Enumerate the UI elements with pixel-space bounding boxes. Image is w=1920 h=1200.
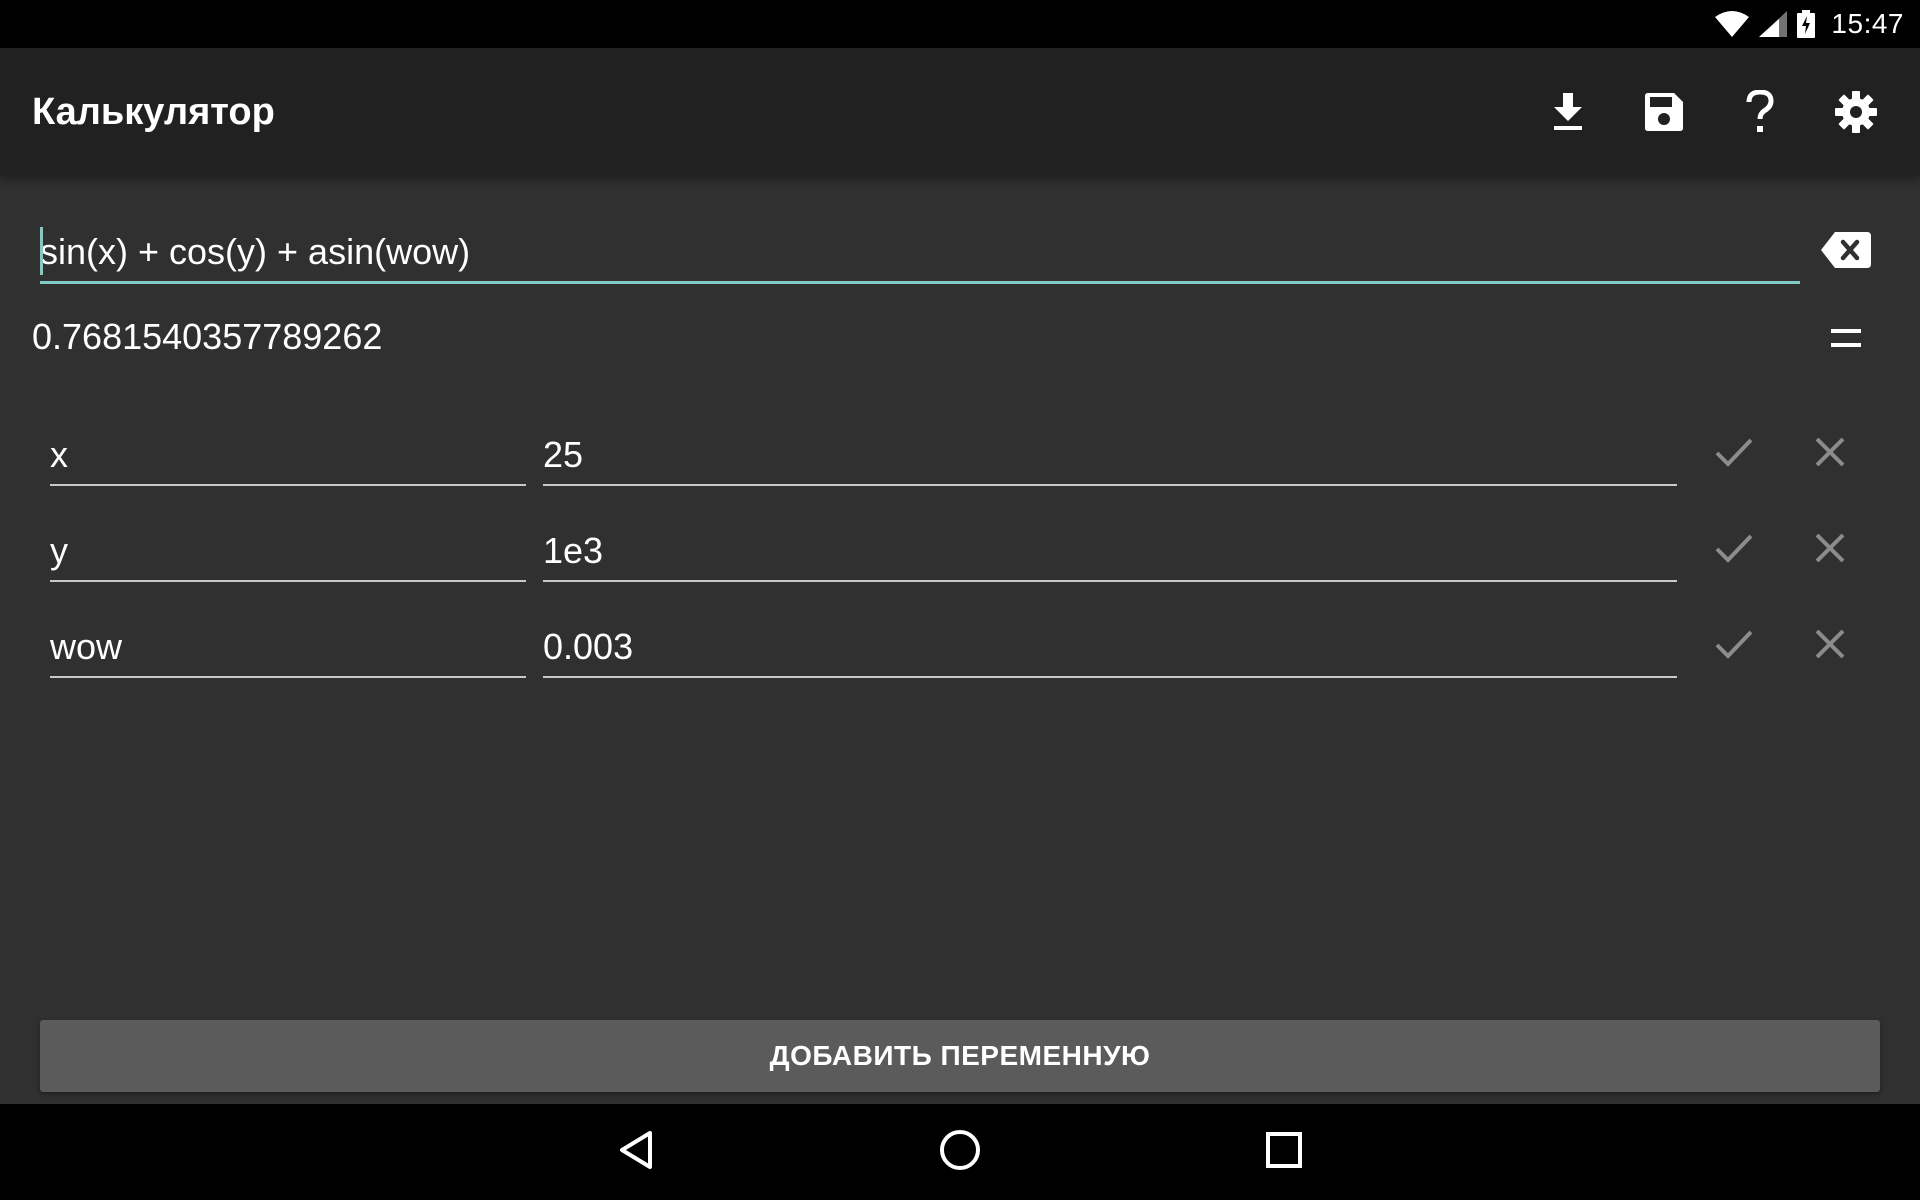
variable-value-text[interactable]: 0.003	[543, 626, 633, 668]
settings-icon	[1835, 91, 1877, 133]
download-button[interactable]	[1540, 84, 1596, 140]
status-bar: 15:47	[0, 0, 1920, 48]
variable-value-field[interactable]: 0.003	[543, 606, 1677, 678]
result-value: 0.7681540357789262	[32, 316, 383, 357]
add-variable-button[interactable]: ДОБАВИТЬ ПЕРЕМЕННУЮ	[40, 1020, 1880, 1092]
expression-text[interactable]: sin(x) + cos(y) + asin(wow)	[40, 231, 470, 273]
close-icon	[1815, 629, 1845, 664]
status-time: 15:47	[1831, 8, 1904, 39]
add-variable-label: ДОБАВИТЬ ПЕРЕМЕННУЮ	[769, 1040, 1151, 1071]
close-icon	[1815, 437, 1845, 472]
close-icon	[1815, 533, 1845, 568]
variable-row: x 25	[0, 414, 1920, 494]
settings-button[interactable]	[1828, 84, 1884, 140]
wifi-icon	[1715, 11, 1750, 37]
remove-variable-button[interactable]	[1802, 618, 1858, 674]
text-cursor	[40, 227, 43, 275]
signal-icon	[1759, 11, 1788, 37]
back-icon	[618, 1130, 654, 1175]
check-icon	[1715, 533, 1753, 568]
help-icon	[1746, 90, 1774, 134]
clear-expression-button[interactable]	[1818, 224, 1874, 280]
help-button[interactable]	[1732, 84, 1788, 140]
back-button[interactable]	[606, 1122, 666, 1182]
variable-value-text[interactable]: 1e3	[543, 530, 603, 572]
confirm-variable-button[interactable]	[1706, 522, 1762, 578]
calculate-button[interactable]	[1818, 312, 1874, 368]
backspace-icon	[1821, 231, 1871, 273]
variable-value-field[interactable]: 25	[543, 414, 1677, 486]
variable-value-field[interactable]: 1e3	[543, 510, 1677, 582]
variable-name-field[interactable]: y	[50, 510, 526, 582]
check-icon	[1715, 437, 1753, 472]
recents-button[interactable]	[1254, 1122, 1314, 1182]
home-button[interactable]	[930, 1122, 990, 1182]
variable-name-field[interactable]: wow	[50, 606, 526, 678]
variable-row: wow 0.003	[0, 606, 1920, 686]
remove-variable-button[interactable]	[1802, 426, 1858, 482]
status-icons: 15:47	[1715, 0, 1904, 48]
calculator-content: sin(x) + cos(y) + asin(wow) 0.7681540357…	[0, 176, 1920, 1104]
expression-input[interactable]: sin(x) + cos(y) + asin(wow)	[40, 224, 1800, 284]
variable-name-text[interactable]: wow	[50, 626, 122, 668]
save-button[interactable]	[1636, 84, 1692, 140]
variable-name-text[interactable]: y	[50, 530, 68, 572]
recents-icon	[1266, 1131, 1302, 1173]
app-title: Калькулятор	[32, 91, 275, 133]
confirm-variable-button[interactable]	[1706, 426, 1762, 482]
confirm-variable-button[interactable]	[1706, 618, 1762, 674]
app-bar: Калькулятор	[0, 48, 1920, 176]
variable-name-text[interactable]: x	[50, 434, 68, 476]
equals-icon	[1831, 328, 1861, 353]
download-icon	[1552, 93, 1584, 131]
navigation-bar	[0, 1104, 1920, 1200]
variable-name-field[interactable]: x	[50, 414, 526, 486]
check-icon	[1715, 629, 1753, 664]
battery-charging-icon	[1797, 10, 1816, 38]
remove-variable-button[interactable]	[1802, 522, 1858, 578]
variable-row: y 1e3	[0, 510, 1920, 590]
save-icon	[1645, 93, 1683, 131]
home-icon	[939, 1129, 981, 1176]
variable-value-text[interactable]: 25	[543, 434, 583, 476]
